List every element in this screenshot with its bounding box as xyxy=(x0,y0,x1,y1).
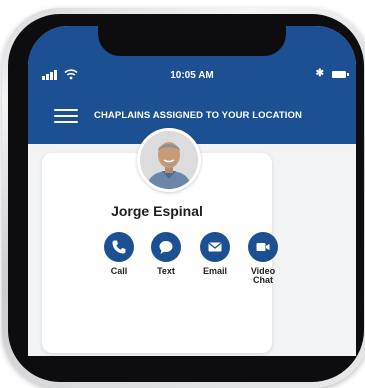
text-label: Text xyxy=(157,266,175,276)
email-button[interactable]: Email xyxy=(195,232,235,276)
status-bar: 10:05 AM ✱ xyxy=(28,68,356,86)
text-button[interactable]: Text xyxy=(146,232,186,276)
chaplain-name: Jorge Espinal xyxy=(111,203,203,219)
video-chat-button[interactable]: Video Chat xyxy=(243,232,283,285)
call-label: Call xyxy=(110,266,128,276)
phone-icon xyxy=(112,240,126,254)
bluetooth-icon: ✱ xyxy=(315,68,324,79)
chat-bubble-icon xyxy=(159,241,173,254)
nav-bar: CHAPLAINS ASSIGNED TO YOUR LOCATION xyxy=(28,106,356,126)
video-camera-icon xyxy=(256,243,270,251)
battery-icon xyxy=(332,71,349,78)
person-photo-icon xyxy=(140,131,198,189)
email-label: Email xyxy=(202,266,227,276)
status-time: 10:05 AM xyxy=(170,70,214,81)
chaplain-avatar xyxy=(137,128,201,192)
phone-notch xyxy=(98,26,286,56)
call-button[interactable]: Call xyxy=(99,232,139,276)
video-chat-label: Video Chat xyxy=(250,266,276,285)
mail-icon xyxy=(208,242,222,252)
page-title: CHAPLAINS ASSIGNED TO YOUR LOCATION xyxy=(94,110,302,121)
hamburger-menu-icon[interactable] xyxy=(54,109,78,124)
